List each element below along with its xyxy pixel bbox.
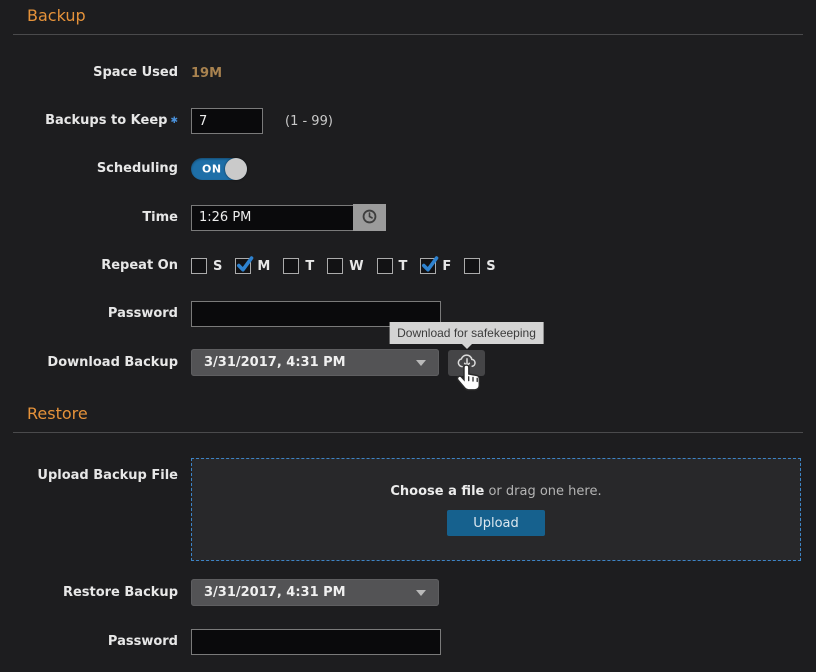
restore-password-label: Password — [13, 634, 178, 650]
upload-backup-file-row: Upload Backup File Choose a file or drag… — [13, 458, 803, 561]
day-label-5: F — [442, 259, 451, 274]
restore-password-row: Password — [13, 629, 803, 655]
repeat-on-label: Repeat On — [13, 258, 178, 274]
download-backup-dropdown[interactable]: 3/31/2017, 4:31 PM — [191, 349, 439, 376]
restore-section: Restore Upload Backup File Choose a file… — [13, 398, 803, 655]
toggle-on-label: ON — [202, 163, 222, 176]
day-checkbox-2[interactable] — [283, 258, 299, 274]
restore-password-input[interactable] — [191, 629, 441, 655]
day-checkbox-3[interactable] — [327, 258, 343, 274]
backup-section-title: Backup — [13, 0, 803, 34]
tooltip-notch — [461, 343, 473, 349]
time-label: Time — [13, 210, 178, 226]
time-picker-button[interactable] — [353, 204, 386, 231]
dropzone-instruction: Choose a file or drag one here. — [390, 484, 601, 499]
restore-backup-label: Restore Backup — [13, 585, 178, 601]
upload-backup-file-label: Upload Backup File — [13, 458, 178, 484]
restore-backup-row: Restore Backup 3/31/2017, 4:31 PM — [13, 579, 803, 606]
day-item-2: T — [283, 258, 314, 274]
restore-form: Upload Backup File Choose a file or drag… — [13, 433, 803, 655]
time-row: Time — [13, 204, 803, 231]
cloud-download-icon — [456, 352, 478, 373]
download-backup-row: Download Backup 3/31/2017, 4:31 PM — [13, 349, 803, 376]
repeat-on-days: SMTWTFS — [191, 258, 509, 274]
day-item-0: S — [191, 258, 222, 274]
space-used-row: Space Used 19M — [13, 60, 803, 86]
restore-backup-selected-value: 3/31/2017, 4:31 PM — [204, 585, 346, 600]
backups-to-keep-label: Backups to Keep✱ — [13, 113, 178, 129]
scheduling-toggle[interactable]: ON — [191, 158, 247, 180]
backups-to-keep-row: Backups to Keep✱ (1 - 99) — [13, 108, 803, 134]
day-item-3: W — [327, 258, 363, 274]
toggle-knob[interactable] — [225, 158, 247, 180]
download-backup-selected-value: 3/31/2017, 4:31 PM — [204, 355, 346, 370]
repeat-on-row: Repeat On S M T W T F S — [13, 253, 803, 279]
day-item-5: F — [420, 258, 451, 274]
required-asterisk-icon: ✱ — [170, 116, 178, 126]
backup-password-label: Password — [13, 306, 178, 322]
choose-a-file-link[interactable]: Choose a file — [390, 484, 484, 499]
day-label-3: W — [349, 259, 363, 274]
day-label-1: M — [257, 259, 270, 274]
space-used-value: 19M — [191, 66, 222, 81]
day-item-4: T — [377, 258, 408, 274]
day-item-6: S — [464, 258, 495, 274]
space-used-label: Space Used — [13, 65, 178, 81]
day-label-6: S — [486, 259, 495, 274]
clock-icon — [361, 208, 378, 228]
download-tooltip: Download for safekeeping — [389, 322, 544, 344]
scheduling-row: Scheduling ON — [13, 156, 803, 182]
day-checkbox-4[interactable] — [377, 258, 393, 274]
chevron-down-icon — [416, 590, 426, 596]
backup-form: Space Used 19M Backups to Keep✱ (1 - 99)… — [13, 35, 803, 376]
drag-here-text: or drag one here. — [484, 484, 601, 499]
restore-backup-dropdown[interactable]: 3/31/2017, 4:31 PM — [191, 579, 439, 606]
day-checkbox-6[interactable] — [464, 258, 480, 274]
upload-button[interactable]: Upload — [447, 510, 545, 536]
scheduling-label: Scheduling — [13, 161, 178, 177]
time-input[interactable] — [191, 205, 353, 231]
day-checkbox-0[interactable] — [191, 258, 207, 274]
day-label-0: S — [213, 259, 222, 274]
day-checkbox-1-checked[interactable] — [235, 258, 251, 274]
upload-dropzone[interactable]: Choose a file or drag one here. Upload — [191, 458, 801, 561]
backups-to-keep-input[interactable] — [191, 108, 263, 134]
day-label-4: T — [399, 259, 408, 274]
chevron-down-icon — [416, 360, 426, 366]
backup-settings-page: Backup Space Used 19M Backups to Keep✱ (… — [0, 0, 816, 655]
restore-section-title: Restore — [13, 398, 803, 432]
download-backup-button[interactable]: Download for safekeeping — [448, 350, 485, 376]
download-backup-label: Download Backup — [13, 355, 178, 371]
backup-section: Backup Space Used 19M Backups to Keep✱ (… — [13, 0, 803, 376]
backups-to-keep-hint: (1 - 99) — [285, 114, 333, 129]
day-item-1: M — [235, 258, 270, 274]
day-label-2: T — [305, 259, 314, 274]
day-checkbox-5-checked[interactable] — [420, 258, 436, 274]
